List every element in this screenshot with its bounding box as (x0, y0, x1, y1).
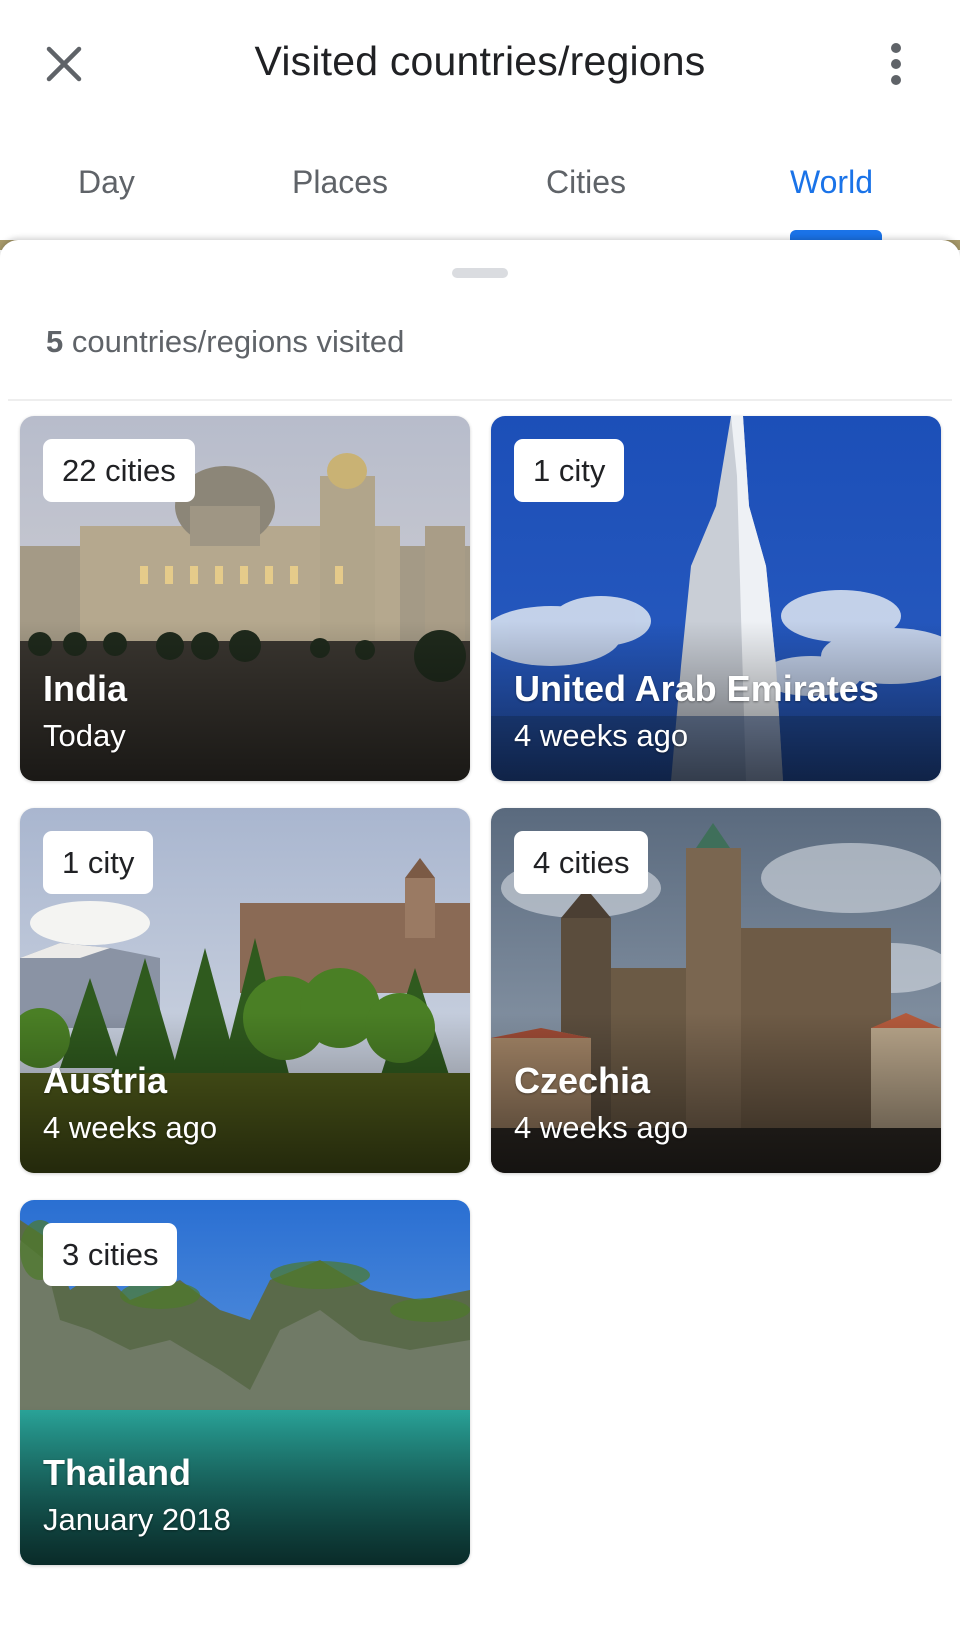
drag-handle[interactable] (452, 268, 508, 278)
tab-places[interactable]: Places (292, 164, 388, 201)
more-vert-icon (891, 43, 901, 85)
country-name: Czechia (514, 1060, 651, 1101)
page-title: Visited countries/regions (254, 38, 706, 84)
visit-date: 4 weeks ago (514, 718, 689, 753)
divider (8, 399, 952, 401)
visit-date: January 2018 (43, 1502, 231, 1537)
close-icon (46, 46, 82, 82)
top-app-bar: Visited countries/regions (0, 0, 960, 130)
tab-cities[interactable]: Cities (546, 164, 626, 201)
visit-date: 4 weeks ago (43, 1110, 218, 1145)
country-card-czechia[interactable]: 4 cities Czechia 4 weeks ago (491, 808, 941, 1173)
close-button[interactable] (36, 36, 92, 92)
country-name: Austria (43, 1060, 168, 1101)
city-count-badge: 1 city (43, 831, 154, 894)
tab-world[interactable]: World (790, 164, 873, 201)
city-count-badge: 3 cities (43, 1223, 178, 1286)
active-tab-indicator (790, 230, 882, 240)
country-card-thailand[interactable]: 3 cities Thailand January 2018 (20, 1200, 470, 1565)
tab-day[interactable]: Day (78, 164, 135, 201)
visited-summary-text: countries/regions visited (63, 324, 405, 359)
more-options-button[interactable] (868, 36, 924, 92)
country-card-uae[interactable]: 1 city United Arab Emirates 4 weeks ago (491, 416, 941, 781)
city-count-badge: 1 city (514, 439, 625, 502)
visit-date: 4 weeks ago (514, 1110, 689, 1145)
country-name: India (43, 668, 128, 709)
country-card-india[interactable]: 22 cities India Today (20, 416, 470, 781)
visited-summary: 5 countries/regions visited (46, 324, 404, 360)
country-name: Thailand (43, 1452, 192, 1493)
visited-count: 5 (46, 324, 64, 359)
city-count-badge: 4 cities (514, 831, 649, 894)
city-count-badge: 22 cities (43, 439, 195, 502)
tab-bar: Day Places Cities World (0, 140, 960, 240)
visit-date: Today (43, 718, 126, 753)
country-name: United Arab Emirates (514, 668, 879, 709)
country-card-austria[interactable]: 1 city Austria 4 weeks ago (20, 808, 470, 1173)
